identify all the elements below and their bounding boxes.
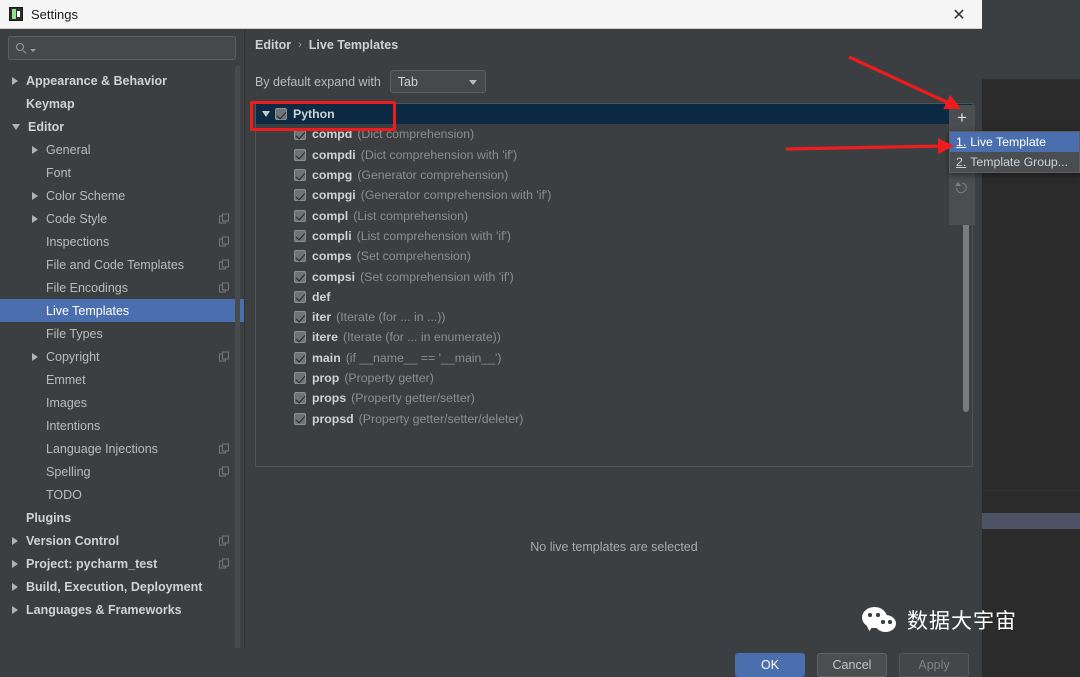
watermark-text: 数据大宇宙 [907,609,1017,633]
wechat-logo-icon [862,607,898,633]
watermark: 数据大宇宙 [862,605,1017,635]
annotation-arrows [785,55,962,155]
screen-root: Settings ✕ Appearance & Behavior Keymap Ed… [0,0,1080,677]
